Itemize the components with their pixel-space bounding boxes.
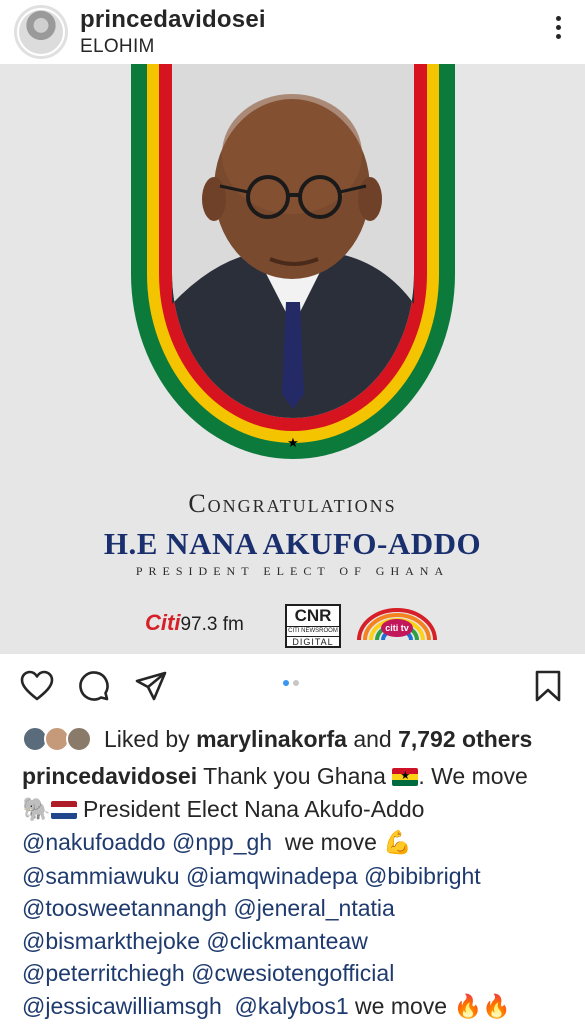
cnr-logo-text: CNR — [294, 606, 332, 625]
cnr-logo-digital: DIGITAL — [287, 636, 339, 648]
caption-username[interactable]: princedavidosei — [22, 763, 197, 789]
likes-user[interactable]: marylinakorfa — [196, 726, 347, 753]
post-username[interactable]: princedavidosei — [80, 6, 266, 34]
caption-text-1-end: . We move — [418, 763, 528, 789]
elephant-icon: 🐘 — [22, 796, 51, 823]
mention-link[interactable]: @iamqwinadepa — [186, 863, 358, 889]
president-name: H.E NANA AKUFO-ADDO — [103, 526, 482, 561]
congratulations-heading: Congratulations — [188, 489, 397, 518]
mention-link[interactable]: @nakufoaddo — [22, 829, 166, 855]
user-block: princedavidosei ELOHIM — [80, 6, 266, 58]
bookmark-icon[interactable] — [535, 670, 561, 702]
mention-link[interactable]: @bibibright — [364, 863, 481, 889]
carousel-indicator — [283, 680, 299, 686]
caption-text-1: Thank you Ghana — [203, 763, 386, 789]
post-image[interactable]: ★ Congratulations H.E NANA AKUFO-ADDO PR… — [0, 64, 585, 654]
mention-link[interactable]: @clickmanteaw — [206, 928, 367, 954]
share-icon[interactable] — [134, 670, 168, 702]
fire-icon: 🔥🔥 — [453, 993, 511, 1020]
heart-icon[interactable] — [20, 670, 54, 702]
mention-link[interactable]: @jessicawilliamsgh — [22, 993, 222, 1019]
sponsor-logos: Citi97.3 fm CNR CITI NEWSROOM DIGITAL ci… — [145, 604, 445, 648]
liker-avatar — [66, 726, 92, 752]
avatar-image — [17, 8, 65, 56]
mention-link[interactable]: @npp_gh — [172, 829, 272, 855]
cnr-logo-sub: CITI NEWSROOM — [287, 626, 339, 634]
mention-link[interactable]: @jeneral_ntatia — [233, 895, 394, 921]
mention-link[interactable]: @cwesiotengofficial — [191, 960, 394, 986]
post-caption: princedavidosei Thank you Ghana . We mov… — [22, 760, 570, 1023]
likes-prefix: Liked by — [104, 725, 190, 752]
post-header: princedavidosei ELOHIM — [0, 0, 585, 64]
flexed-biceps-icon: 💪 — [383, 830, 412, 856]
citi-fm-logo: Citi97.3 fm — [145, 610, 244, 636]
post-actions — [0, 660, 585, 710]
mention-link[interactable]: @peterritchiegh — [22, 960, 185, 986]
citi-frequency: 97.3 fm — [180, 614, 244, 635]
cnr-logo: CNR CITI NEWSROOM DIGITAL — [285, 604, 341, 648]
likes-count[interactable]: 7,792 others — [398, 726, 532, 753]
svg-text:★: ★ — [287, 436, 299, 451]
mention-link[interactable]: @toosweetannangh — [22, 895, 227, 921]
cititv-logo: citi tv — [355, 608, 439, 646]
profile-avatar[interactable] — [14, 5, 68, 59]
mention-link[interactable]: @kalybos1 — [235, 993, 349, 1019]
carousel-dot — [293, 680, 299, 686]
caption-last: we move — [355, 992, 448, 1019]
more-vertical-icon[interactable] — [553, 16, 563, 44]
likes-row[interactable]: Liked by marylinakorfa and 7,792 others — [22, 723, 532, 755]
comment-icon[interactable] — [78, 670, 110, 702]
caption-we-move: we move — [284, 829, 377, 855]
ghana-flag-icon — [392, 768, 419, 786]
likes-middle: and — [353, 725, 392, 752]
post-location[interactable]: ELOHIM — [80, 36, 266, 58]
president-subtitle: PRESIDENT ELECT OF GHANA — [135, 564, 450, 578]
caption-text-2: President Elect Nana Akufo-Addo — [83, 795, 425, 822]
liker-avatars — [22, 724, 98, 754]
carousel-dot-active — [283, 680, 289, 686]
mention-link[interactable]: @bismarkthejoke — [22, 928, 200, 954]
netherlands-flag-icon — [50, 800, 77, 819]
citi-logo-text: Citi — [145, 610, 181, 635]
cititv-logo-text: citi tv — [385, 623, 409, 633]
mention-link[interactable]: @sammiawuku — [22, 863, 180, 889]
